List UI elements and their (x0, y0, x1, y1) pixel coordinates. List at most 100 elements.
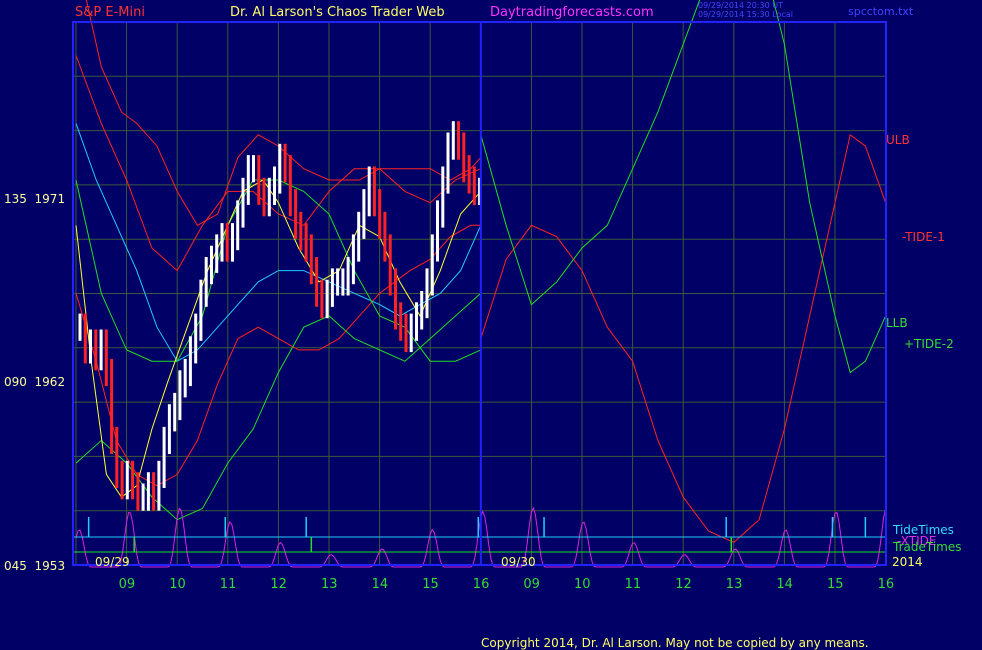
hour-tick-label: 14 (371, 577, 389, 592)
timestamp-ut: 09/29/2014 20:30 UT (698, 1, 783, 10)
price-bar (283, 143, 287, 183)
year-label: 2014 (892, 555, 923, 569)
price-bar (252, 155, 255, 183)
hour-tick-label: 15 (422, 577, 439, 592)
chart-canvas (72, 0, 887, 568)
price-bar (404, 313, 408, 353)
price-bar (388, 234, 392, 296)
price-bar (257, 155, 261, 205)
price-bar (125, 460, 129, 500)
price-bar (309, 234, 313, 285)
price-bar (188, 336, 192, 387)
y-label-1962: 090 1962 (4, 375, 66, 389)
price-bar (78, 313, 82, 341)
price-bar (157, 460, 161, 511)
price-bar (94, 329, 98, 371)
site-title: Dr. Al Larson's Chaos Trader Web (230, 5, 445, 20)
price-bar (267, 177, 271, 217)
price-bar (294, 189, 298, 239)
hour-tick-label: 10 (169, 577, 186, 592)
price-bar (409, 313, 413, 353)
price-bar (357, 211, 361, 262)
price-bar (178, 370, 182, 421)
date-label-0930: 09/30 (501, 555, 536, 569)
price-bar (351, 234, 355, 285)
price-bar (446, 132, 450, 194)
hour-tick-label: 15 (827, 577, 844, 592)
price-bar (220, 223, 224, 262)
price-bar (246, 155, 250, 205)
price-bar (451, 121, 455, 160)
hour-tick-label: 09 (523, 577, 540, 592)
hour-tick-label: 13 (725, 577, 743, 592)
y-label-1971: 135 1971 (4, 192, 66, 206)
price-bar (372, 166, 376, 217)
price-bar (167, 404, 171, 454)
price-bar (325, 279, 329, 319)
price-bar (152, 472, 156, 511)
price-bar (430, 234, 434, 296)
date-label-0929: 09/29 (95, 555, 130, 569)
hour-tick-label: 13 (321, 577, 338, 592)
price-bar (199, 279, 203, 341)
price-bar (315, 257, 319, 307)
price-bar (215, 234, 219, 273)
price-bar (99, 329, 103, 371)
price-bar (288, 155, 292, 217)
hour-tick-label: 11 (219, 577, 237, 592)
hour-tick-label: 10 (574, 577, 591, 592)
price-bar (204, 257, 208, 307)
y-label-1953: 045 1953 (4, 559, 66, 573)
price-bar (467, 155, 471, 194)
price-bar (141, 483, 145, 511)
price-bar (110, 358, 114, 454)
price-bar (136, 472, 140, 511)
price-bar (367, 166, 371, 217)
price-bar (399, 302, 403, 341)
label-ulb: ULB (886, 133, 910, 147)
price-bar (262, 177, 266, 217)
price-bar (462, 132, 466, 183)
price-bar (173, 392, 177, 432)
price-bar (330, 268, 334, 307)
label-llb: LLB (886, 316, 908, 330)
hour-tick-label: 09 (118, 577, 136, 592)
price-bar (336, 268, 340, 296)
price-bar (131, 460, 135, 500)
hour-tick-label: 12 (270, 577, 287, 592)
url-link[interactable]: Daytradingforecasts.com (490, 6, 654, 19)
label-tide-2: +TIDE-2 (904, 337, 954, 351)
price-bar (394, 268, 397, 330)
price-bar (194, 313, 198, 364)
price-bar (225, 223, 229, 262)
label-tradetimes: TradeTimes (893, 540, 962, 554)
hour-tick-label: 12 (675, 577, 692, 592)
price-bar (210, 245, 213, 285)
price-bar (273, 166, 276, 205)
price-bar (362, 189, 366, 239)
price-bar (457, 121, 460, 160)
copyright: Copyright 2014, Dr. Al Larson. May not b… (481, 636, 869, 650)
hour-tick-label: 16 (877, 577, 895, 592)
price-bar (383, 211, 387, 262)
price-bar (472, 166, 476, 205)
price-bar (278, 143, 282, 194)
price-bar (441, 166, 445, 228)
price-bar (341, 268, 345, 296)
price-bar (83, 313, 87, 364)
label-tide-1: -TIDE-1 (902, 230, 945, 244)
price-bar (120, 460, 124, 500)
price-bar (89, 329, 92, 364)
price-bar (346, 257, 350, 296)
timestamp-local: 09/29/2014 15:30 Local (698, 10, 793, 19)
price-bar (420, 291, 424, 330)
price-bar (425, 268, 429, 319)
price-bar (146, 472, 150, 511)
price-bar (378, 189, 382, 239)
hour-tick-label: 14 (776, 577, 793, 592)
price-bar (183, 358, 187, 398)
price-bar (104, 329, 108, 387)
price-bar (299, 211, 303, 251)
hour-tick-label: 16 (472, 577, 490, 592)
price-bar (231, 223, 234, 262)
